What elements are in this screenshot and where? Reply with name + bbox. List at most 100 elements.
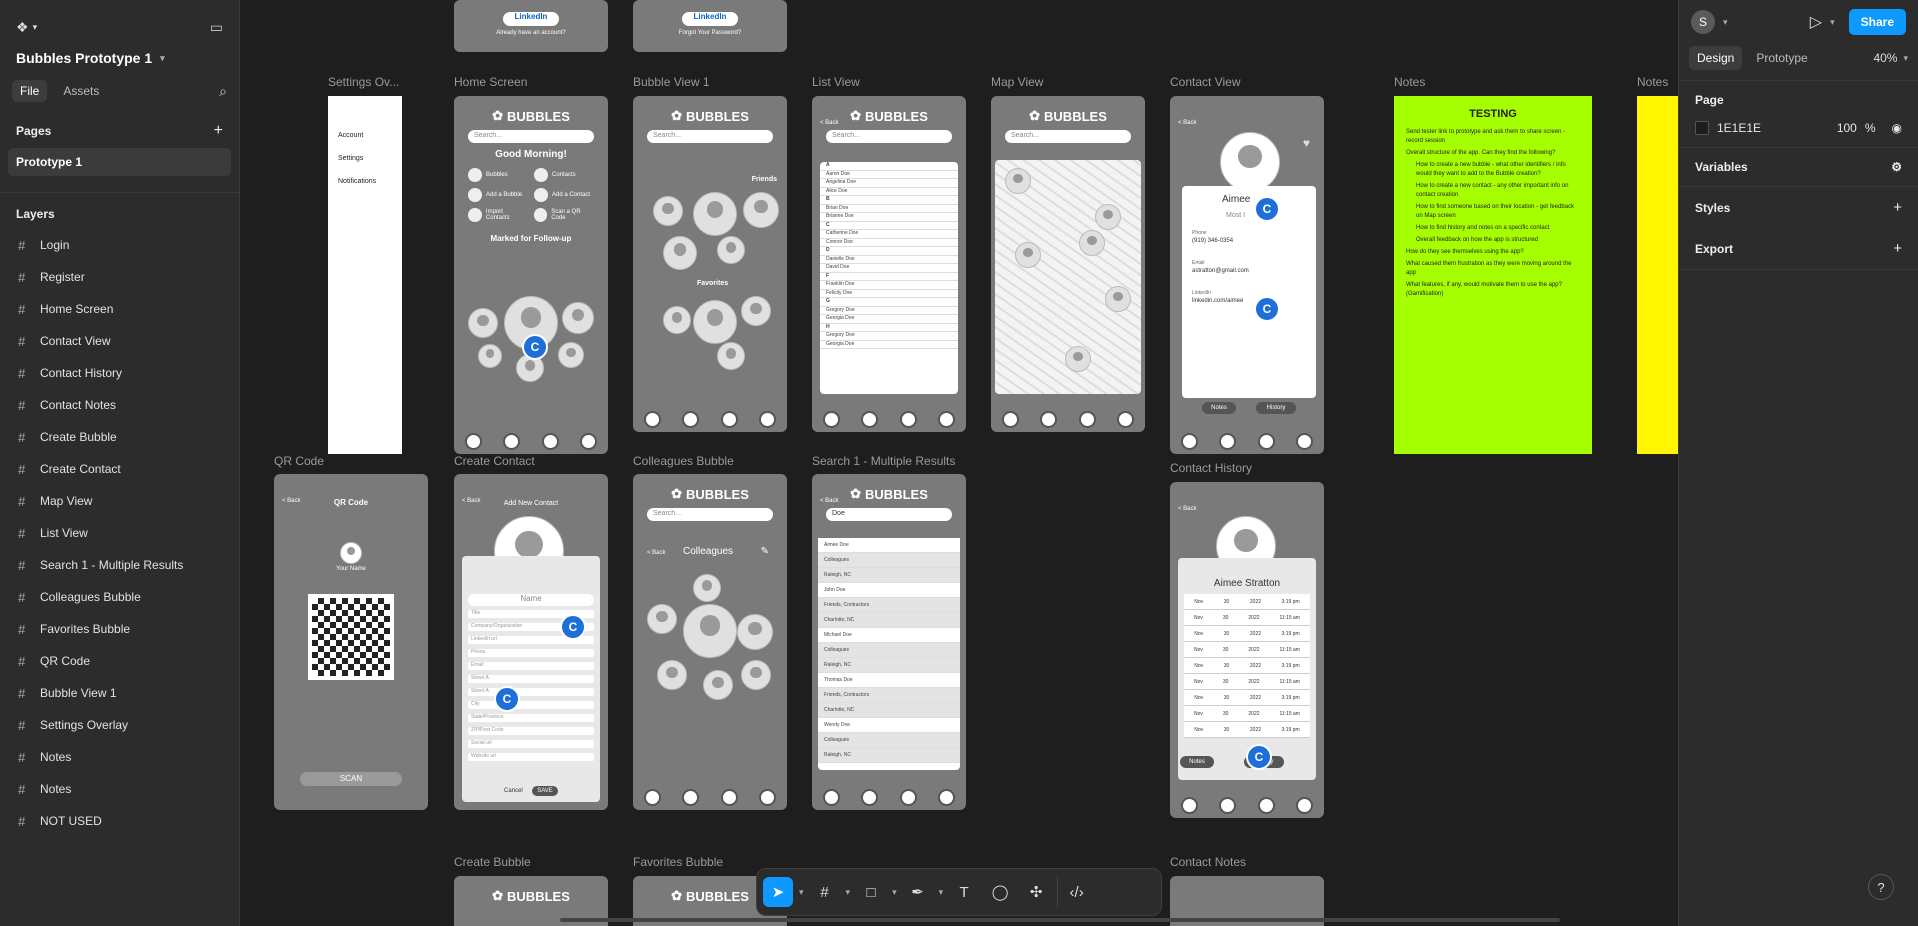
heart-icon[interactable]: ♥ (1303, 136, 1310, 150)
settings-item-settings[interactable]: Settings (338, 155, 402, 162)
contacts-icon[interactable] (899, 411, 917, 428)
tab-file[interactable]: File (12, 80, 48, 102)
frame-label-contact-history[interactable]: Contact History (1170, 461, 1252, 475)
list-item[interactable]: Angelina Doe (820, 179, 958, 188)
contacts-icon[interactable] (1257, 797, 1275, 814)
move-tool-icon[interactable]: ➤ (763, 877, 793, 907)
contact-bubble[interactable] (468, 308, 498, 338)
project-name-button[interactable]: Bubbles Prototype 1 ▾ (0, 40, 239, 76)
map-pin-contact[interactable] (1105, 286, 1131, 312)
frame-tool-icon[interactable]: # (810, 877, 840, 907)
frame-map-view[interactable]: ✿ BUBBLES Search... (991, 96, 1145, 432)
email-value[interactable]: astratton@gmail.com (1192, 268, 1249, 274)
frame-label-bubble-view[interactable]: Bubble View 1 (633, 75, 710, 89)
actions-tool-icon[interactable]: ✣ (1021, 877, 1051, 907)
contact-bubble[interactable] (562, 302, 594, 334)
search-input[interactable]: Search... (468, 130, 594, 143)
linkedin-button[interactable]: LinkedIn (503, 12, 559, 26)
map-pin-contact[interactable] (1095, 204, 1121, 230)
list-item[interactable]: Catherine Doe (820, 230, 958, 239)
bubbles-icon[interactable] (861, 411, 879, 428)
action-import-contacts[interactable]: Import Contacts (468, 208, 528, 222)
edit-icon[interactable]: ✎ (761, 546, 769, 557)
frame-contact-view[interactable]: < Back ♥ Aimee Most I Phone (919) 346-03… (1170, 96, 1324, 454)
map-pin-contact[interactable] (1015, 242, 1041, 268)
bubbles-icon[interactable] (682, 789, 700, 806)
home-icon[interactable] (643, 789, 661, 806)
list-item[interactable]: Gregory Doe (820, 332, 958, 341)
history-row[interactable]: Nov 30 2022 11:15 am (1184, 610, 1310, 626)
back-link[interactable]: < Back (647, 550, 666, 556)
search-result-detail[interactable]: Charlotte, NC (818, 703, 960, 718)
frame-label-contact-view[interactable]: Contact View (1170, 75, 1240, 89)
map-pin-contact[interactable] (1005, 168, 1031, 194)
map-icon[interactable] (1296, 433, 1314, 450)
add-export-icon[interactable]: + (1893, 240, 1902, 257)
contact-bubble[interactable] (663, 306, 691, 334)
contact-bubble[interactable] (693, 192, 737, 236)
map-icon[interactable] (759, 789, 777, 806)
map-icon[interactable] (759, 411, 777, 428)
search-result-name[interactable]: Thomas Doe (818, 673, 960, 688)
search-result-name[interactable]: Wendy Doe (818, 718, 960, 733)
frame-top-a[interactable]: LinkedIn Already have an account? (454, 0, 608, 52)
frame-label-list-view[interactable]: List View (812, 75, 860, 89)
list-item[interactable]: Gregory Doe (820, 307, 958, 315)
settings-item-notifications[interactable]: Notifications (338, 178, 402, 185)
search-input[interactable]: Search... (1005, 130, 1131, 143)
canvas[interactable]: LinkedIn Already have an account? Linked… (240, 0, 1678, 926)
frame-label-notes-2[interactable]: Notes (1637, 75, 1668, 89)
layer-item[interactable]: # Notes (0, 741, 239, 773)
frame-label-create-contact[interactable]: Create Contact (454, 454, 535, 468)
frame-search-results[interactable]: < Back ✿ BUBBLES Doe Aimee Doe Colleagues R… (812, 474, 966, 810)
bubbles-icon[interactable] (861, 789, 879, 806)
bubbles-icon[interactable] (1219, 797, 1237, 814)
chevron-down-icon[interactable]: ▾ (1830, 17, 1835, 28)
search-input[interactable]: Doe (826, 508, 952, 521)
layer-item[interactable]: # Register (0, 261, 239, 293)
phone-value[interactable]: (919) 346-0354 (1192, 238, 1233, 244)
bubbles-icon[interactable] (1040, 411, 1058, 428)
contact-bubble[interactable] (657, 660, 687, 690)
visibility-eye-icon[interactable]: ◉ (1892, 121, 1902, 135)
history-row[interactable]: Nov 30 2022 3:19 pm (1184, 658, 1310, 674)
history-row[interactable]: Nov 30 2022 11:15 am (1184, 706, 1310, 722)
layer-item[interactable]: # Contact View (0, 325, 239, 357)
form-field[interactable]: Email (468, 662, 594, 670)
horizontal-scrollbar[interactable] (560, 918, 1560, 922)
frame-label-qr[interactable]: QR Code (274, 454, 324, 468)
contact-bubble[interactable] (647, 604, 677, 634)
settings-item-account[interactable]: Account (338, 132, 402, 139)
linkedin-button[interactable]: LinkedIn (682, 12, 738, 26)
form-field[interactable]: City (468, 701, 594, 709)
layer-item[interactable]: # Contact Notes (0, 389, 239, 421)
layer-item[interactable]: # List View (0, 517, 239, 549)
contact-bubble[interactable] (743, 192, 779, 228)
linkedin-value[interactable]: linkedin.com/aimee (1192, 298, 1243, 304)
layer-item[interactable]: # Create Bubble (0, 421, 239, 453)
frame-label-home[interactable]: Home Screen (454, 75, 527, 89)
chevron-down-icon[interactable]: ▾ (846, 887, 851, 898)
frame-settings-overlay[interactable]: Account Settings Notifications (328, 96, 402, 454)
contact-bubble[interactable] (683, 604, 737, 658)
map-pin-contact[interactable] (1079, 230, 1105, 256)
search-result-detail[interactable]: Colleagues (818, 733, 960, 748)
tab-prototype[interactable]: Prototype (1748, 46, 1815, 70)
history-row[interactable]: Nov 30 2022 11:15 am (1184, 642, 1310, 658)
frame-label-create-bubble[interactable]: Create Bubble (454, 855, 531, 869)
page-color-value[interactable]: 1E1E1E (1717, 121, 1761, 135)
frame-label-search[interactable]: Search 1 - Multiple Results (812, 454, 955, 468)
home-icon[interactable] (464, 433, 482, 450)
frame-contact-history[interactable]: < Back Aimee Stratton Nov 30 2022 3:19 pm No… (1170, 482, 1324, 818)
frame-label-map-view[interactable]: Map View (991, 75, 1043, 89)
frame-notes-testing[interactable]: TESTING Send tester link to prototype an… (1394, 96, 1592, 454)
layer-item[interactable]: # NOT USED (0, 805, 239, 837)
history-row[interactable]: Nov 30 2022 3:19 pm (1184, 722, 1310, 738)
action-add-bubble[interactable]: Add a Bubble (468, 188, 528, 202)
frame-colleagues-bubble[interactable]: ✿ BUBBLES Search... < Back Colleagues ✎ (633, 474, 787, 810)
home-icon[interactable] (822, 411, 840, 428)
map-icon[interactable] (580, 433, 598, 450)
layer-item[interactable]: # Settings Overlay (0, 709, 239, 741)
zoom-level[interactable]: 40% (1873, 51, 1897, 65)
contact-bubble[interactable] (737, 614, 773, 650)
